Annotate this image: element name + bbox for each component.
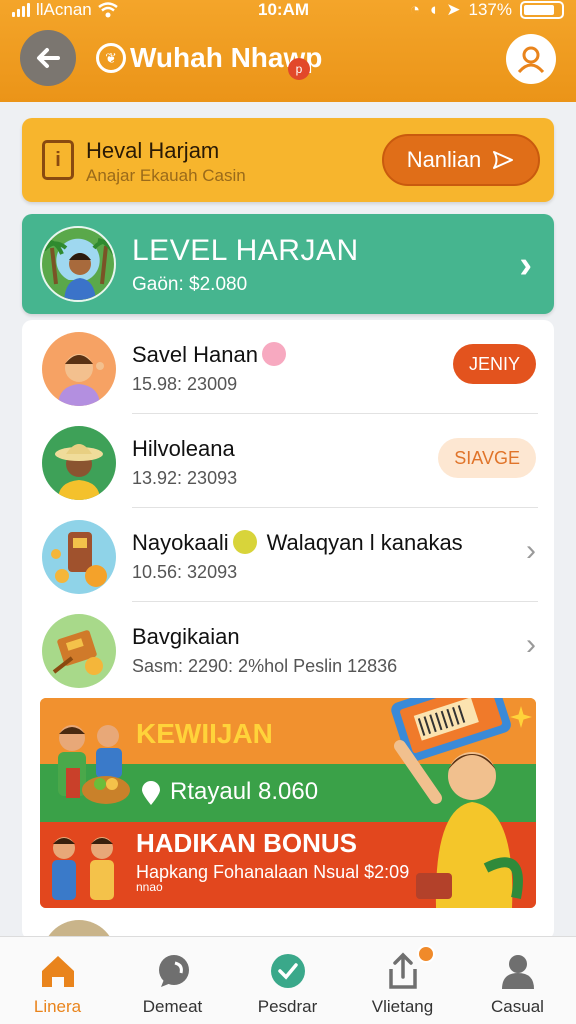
list-item[interactable]: Hilvoleana 13.92: 23093 SIAVGE [22, 414, 554, 508]
battery-icon [520, 1, 564, 19]
nav-label: Pesdrar [257, 997, 318, 1016]
list-panel: Savel Hanan 15.98: 23009 JENIY Hilvolean… [22, 320, 554, 940]
app-header: llAcnan 10:AM ◔ ◖ ➤ 137% ❦ Wuhah Nhawp p [0, 0, 576, 102]
banner-bonus-title: HADIKAN BONUS [136, 828, 357, 858]
list-item-title: Savel Hanan [132, 342, 286, 368]
status-bar: llAcnan 10:AM ◔ ◖ ➤ 137% [0, 0, 576, 22]
carrier-label: llAcnan [36, 0, 92, 19]
list-item-title: Hilvoleana [132, 436, 235, 461]
level-avatar [40, 226, 116, 302]
banner-bonus-note: nnao [136, 880, 163, 894]
banner-reward-text: Rtayaul 8.060 [170, 778, 319, 805]
list-item-subtitle: 10.56: 32093 [132, 562, 238, 582]
nav-label: Linera [33, 997, 82, 1016]
banner-bonus-detail: Hapkang Fohanalaan Nsual $2:09 [136, 862, 410, 882]
status-badge[interactable]: JENIY [452, 344, 536, 384]
promo-action-button[interactable]: Nanlian [382, 134, 540, 186]
signal-icon [12, 3, 30, 17]
avatar [42, 520, 116, 594]
lock-rotation-icon: ◖ [427, 0, 439, 19]
list-item-title: Bavgikaian [132, 624, 240, 649]
bottom-nav: Linera Demeat Pesdrar Vlietang Casual [0, 936, 576, 1024]
banner-boy-phone-illustration [391, 698, 523, 908]
nav-label: Casual [491, 997, 544, 1016]
list-item[interactable]: Bavgikaian Sasm: 2290: 2%hol Peslin 1283… [22, 602, 554, 696]
avatar [42, 426, 116, 500]
list-item-subtitle: Sasm: 2290: 2%hol Peslin 12836 [132, 656, 398, 676]
status-badge[interactable]: SIAVGE [438, 438, 536, 478]
arrow-left-icon [37, 48, 60, 68]
level-card[interactable]: LEVEL HARJAN Gaön: $2.080 › [22, 214, 554, 314]
list-item[interactable]: Savel Hanan 15.98: 23009 JENIY [22, 320, 554, 414]
nav-item-home[interactable]: Linera [0, 937, 115, 1024]
chevron-right-icon: › [519, 244, 532, 286]
promo-title: Heval Harjam [86, 138, 220, 163]
banner-kids-illustration [58, 725, 130, 804]
nav-item-share[interactable]: Vlietang [345, 937, 460, 1024]
nav-label: Vlietang [371, 997, 434, 1016]
sparkle-icon [510, 706, 532, 728]
battery-percent: 137% [468, 0, 512, 19]
emoji-icon [232, 530, 257, 554]
bonus-banner[interactable]: KEWIIJAN Rtayaul 8.060 HADIKAN BONUS Hap… [40, 698, 536, 908]
app-logo-icon: ❦ [96, 43, 126, 73]
banner-title: KEWIIJAN [136, 718, 273, 749]
promo-subtitle: Anajar Ekauah Casin [86, 166, 246, 185]
profile-button[interactable] [506, 34, 556, 84]
info-icon: i [42, 140, 74, 180]
banner-kids-bottom-illustration [52, 837, 114, 900]
nav-badge [417, 945, 435, 963]
level-title: LEVEL HARJAN [132, 234, 359, 267]
status-right: ◔ ◖ ➤ 137% [410, 0, 564, 20]
list-item-subtitle: 13.92: 23093 [132, 468, 238, 488]
alarm-icon: ◔ [409, 0, 420, 19]
chevron-right-icon: › [526, 628, 536, 661]
back-button[interactable] [20, 30, 76, 86]
clock: 10:AM [258, 0, 310, 19]
promo-button-label: Nanlian [406, 147, 482, 172]
user-icon [517, 46, 545, 74]
location-icon: ➤ [446, 0, 461, 19]
avatar [42, 614, 116, 688]
nav-item-profile[interactable]: Casual [460, 937, 575, 1024]
list-item[interactable]: Nayokaali Walaqyan l kanakas 10.56: 32093… [22, 508, 554, 602]
carrier-info: llAcnan [12, 0, 118, 20]
send-icon [493, 151, 514, 169]
nav-label: Demeat [142, 997, 203, 1016]
list-item-title: Nayokaali Walaqyan l kanakas [132, 530, 463, 555]
avatar [42, 332, 116, 406]
check-icon [271, 954, 305, 988]
level-subtitle: Gaön: $2.080 [132, 274, 248, 295]
chevron-right-icon: › [526, 534, 536, 567]
nav-item-chat[interactable]: Demeat [115, 937, 230, 1024]
home-icon [42, 956, 74, 987]
chat-icon [159, 955, 189, 987]
nav-item-check[interactable]: Pesdrar [230, 937, 345, 1024]
emoji-icon [261, 342, 286, 366]
wifi-icon [97, 2, 118, 18]
profile-icon [502, 955, 534, 989]
list-item-subtitle: 15.98: 23009 [132, 374, 238, 394]
location-pin-icon [142, 781, 160, 805]
promo-card[interactable]: i Heval Harjam Anajar Ekauah Casin Nanli… [22, 118, 554, 202]
notification-badge: p [288, 58, 310, 80]
